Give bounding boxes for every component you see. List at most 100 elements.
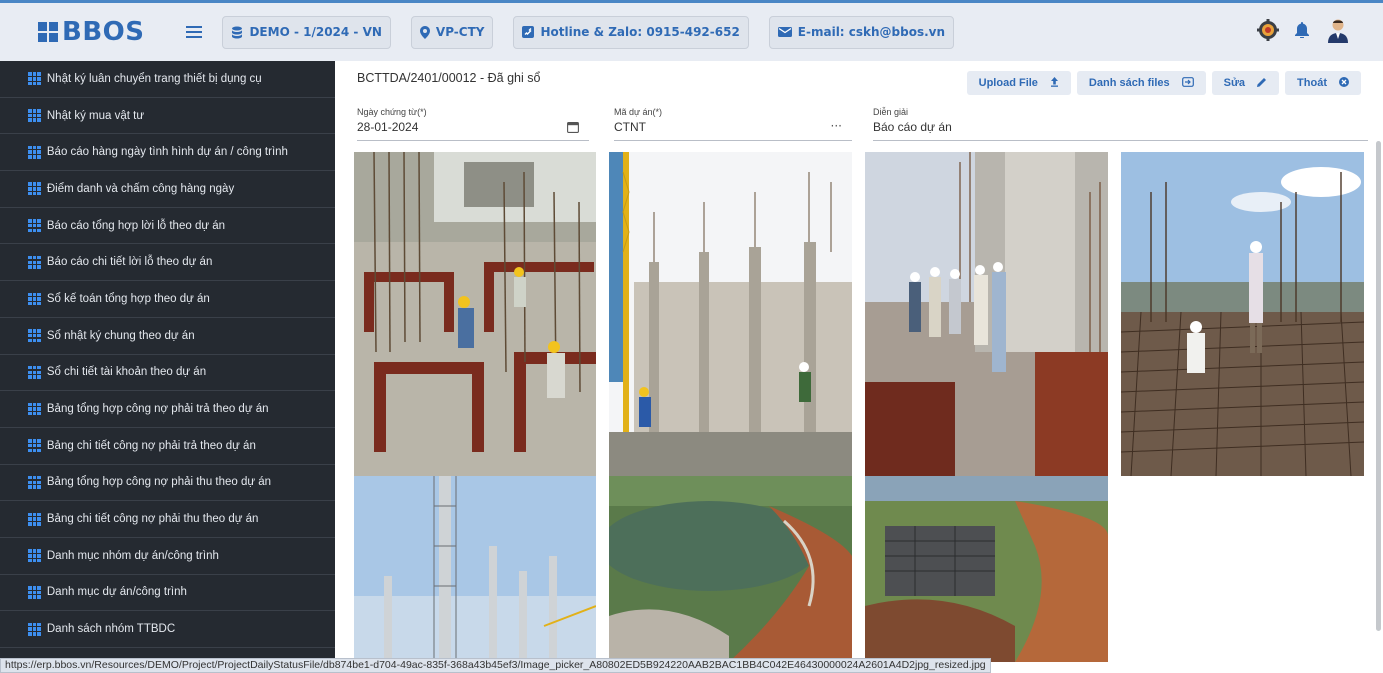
grid-icon	[28, 549, 41, 563]
sidebar-item-label: Danh sách nhóm TTBDC	[46, 623, 176, 636]
sidebar-item[interactable]: Bảng chi tiết công nợ phải trả theo dự á…	[0, 428, 335, 465]
grid-icon	[28, 182, 41, 196]
photo-aerial-lake[interactable]	[609, 476, 852, 662]
envelope-icon	[777, 27, 792, 37]
logo-text: BBOS	[62, 17, 145, 47]
hotline-chip[interactable]: Hotline & Zalo: 0915-492-652	[513, 15, 749, 49]
logo-grid-icon	[38, 22, 58, 42]
toolbar-actions: Upload File Danh sách files Sửa Thoát	[966, 71, 1361, 95]
grid-icon	[28, 439, 41, 453]
app-window: BBOS DEMO - 1/2024 - VN VP-CTY Hotline &…	[0, 0, 1383, 673]
grid-icon	[28, 402, 41, 416]
sidebar-item-label: Bảng chi tiết công nợ phải thu theo dự á…	[46, 513, 259, 526]
photo-rebar-deck[interactable]	[1121, 152, 1364, 476]
sidebar-item-label: Bảng tổng hợp công nợ phải trả theo dự á…	[46, 403, 269, 416]
sidebar-item[interactable]: Danh mục dự án/công trình	[0, 575, 335, 612]
user-avatar[interactable]	[1325, 17, 1351, 47]
grid-icon	[28, 219, 41, 233]
grid-icon	[28, 622, 41, 636]
notification-bell-icon[interactable]	[1295, 22, 1309, 42]
main-content: BCTTDA/2401/00012 - Đã ghi sổ Upload Fil…	[335, 61, 1383, 673]
file-list-label: Danh sách files	[1088, 77, 1170, 89]
database-icon	[231, 26, 243, 39]
company-period-chip[interactable]: DEMO - 1/2024 - VN	[222, 15, 391, 49]
email-chip[interactable]: E-mail: cskh@bbos.vn	[768, 15, 955, 49]
grid-icon	[28, 292, 41, 306]
photo-aerial-site[interactable]	[865, 476, 1108, 662]
branch-chip[interactable]: VP-CTY	[410, 15, 494, 49]
sidebar-item-label: Điểm danh và chấm công hàng ngày	[46, 182, 235, 195]
sidebar-item-label: Sổ nhật ký chung theo dự án	[46, 329, 195, 342]
document-title: BCTTDA/2401/00012 - Đã ghi sổ	[357, 71, 541, 85]
grid-icon	[28, 329, 41, 343]
logo[interactable]: BBOS	[38, 17, 144, 47]
file-list-icon	[1181, 76, 1194, 90]
sidebar-item[interactable]: Bảng tổng hợp công nợ phải thu theo dự á…	[0, 465, 335, 502]
grid-icon	[28, 365, 41, 379]
grid-icon	[28, 145, 41, 159]
upload-file-label: Upload File	[978, 77, 1038, 89]
upload-file-button[interactable]: Upload File	[966, 71, 1071, 95]
sidebar-item-label: Nhật ký mua vật tư	[46, 109, 145, 122]
close-circle-icon	[1339, 76, 1349, 90]
exit-label: Thoát	[1297, 77, 1327, 89]
project-code-value: CTNT	[614, 120, 646, 134]
sidebar-item-label: Nhật ký luân chuyển trang thiết bị dụng …	[46, 72, 262, 85]
photo-site-inspection[interactable]	[865, 152, 1108, 476]
sidebar-item[interactable]: Điểm danh và chấm công hàng ngày	[0, 171, 335, 208]
sidebar-item-label: Bảng chi tiết công nợ phải trả theo dự á…	[46, 439, 256, 452]
edit-label: Sửa	[1223, 77, 1246, 89]
hotline-label: Hotline & Zalo: 0915-492-652	[540, 25, 740, 39]
header-tools	[1257, 17, 1351, 47]
description-label: Diễn giải	[873, 107, 909, 117]
sidebar-item[interactable]: Nhật ký mua vật tư	[0, 98, 335, 135]
photo-rebar-workers[interactable]	[354, 152, 596, 476]
sidebar-item[interactable]: Danh mục nhóm dự án/công trình	[0, 538, 335, 575]
document-date-field[interactable]: Ngày chứng từ(*) 28-01-2024	[357, 107, 589, 141]
photo-concrete-columns[interactable]	[609, 152, 852, 476]
calendar-icon[interactable]	[567, 121, 579, 136]
sidebar-item-label: Báo cáo hàng ngày tình hình dự án / công…	[46, 146, 288, 159]
branch-label: VP-CTY	[435, 25, 485, 39]
sidebar-item[interactable]: Sổ chi tiết tài khoản theo dự án	[0, 355, 335, 392]
description-field[interactable]: Diễn giải Báo cáo dự án	[873, 107, 1368, 141]
pencil-icon	[1257, 77, 1267, 90]
company-period-label: DEMO - 1/2024 - VN	[249, 25, 382, 39]
location-pin-icon	[419, 25, 430, 39]
sidebar-item[interactable]: Bảng tổng hợp công nợ phải trả theo dự á…	[0, 391, 335, 428]
sidebar-item[interactable]: Sổ nhật ký chung theo dự án	[0, 318, 335, 355]
upload-icon	[1050, 76, 1059, 90]
project-code-label: Mã dự án(*)	[614, 107, 663, 117]
sidebar-item-label: Báo cáo chi tiết lời lỗ theo dự án	[46, 256, 213, 269]
exit-button[interactable]: Thoát	[1285, 71, 1361, 95]
sidebar-item-label: Sổ chi tiết tài khoản theo dự án	[46, 366, 207, 379]
document-date-value: 28-01-2024	[357, 120, 419, 134]
sidebar-item-label: Danh mục dự án/công trình	[46, 586, 187, 599]
menu-toggle-icon[interactable]	[186, 26, 203, 38]
sidebar-item[interactable]: Sổ kế toán tổng hợp theo dự án	[0, 281, 335, 318]
photo-column-towers[interactable]	[354, 476, 596, 662]
description-value: Báo cáo dự án	[873, 120, 952, 134]
phone-square-icon	[522, 26, 535, 38]
sidebar-item[interactable]: Nhật ký luân chuyển trang thiết bị dụng …	[0, 61, 335, 98]
sidebar-item[interactable]: Bảng chi tiết công nợ phải thu theo dự á…	[0, 501, 335, 538]
project-code-field[interactable]: Mã dự án(*) CTNT ···	[614, 107, 852, 141]
document-date-label: Ngày chứng từ(*)	[357, 107, 427, 117]
sidebar-item-label: Bảng tổng hợp công nợ phải thu theo dự á…	[46, 476, 272, 489]
grid-icon	[28, 109, 41, 122]
vertical-scrollbar[interactable]	[1376, 141, 1381, 631]
sidebar-item[interactable]: Danh sách nhóm TTBDC	[0, 611, 335, 648]
edit-button[interactable]: Sửa	[1211, 71, 1280, 95]
file-list-button[interactable]: Danh sách files	[1076, 71, 1206, 95]
top-header: BBOS DEMO - 1/2024 - VN VP-CTY Hotline &…	[0, 3, 1383, 61]
grid-icon	[28, 72, 41, 86]
sidebar-item[interactable]: Báo cáo tổng hợp lời lỗ theo dự án	[0, 208, 335, 245]
settings-gear-icon[interactable]	[1257, 19, 1279, 45]
sidebar-item-label: Sổ kế toán tổng hợp theo dự án	[46, 292, 210, 305]
link-preview-statusbar: https://erp.bbos.vn/Resources/DEMO/Proje…	[0, 658, 991, 673]
more-options-icon[interactable]: ···	[831, 119, 842, 133]
sidebar-item-label: Báo cáo tổng hợp lời lỗ theo dự án	[46, 219, 226, 232]
sidebar-item-label: Danh mục nhóm dự án/công trình	[46, 549, 219, 562]
sidebar-item[interactable]: Báo cáo hàng ngày tình hình dự án / công…	[0, 134, 335, 172]
sidebar-item[interactable]: Báo cáo chi tiết lời lỗ theo dự án	[0, 244, 335, 282]
